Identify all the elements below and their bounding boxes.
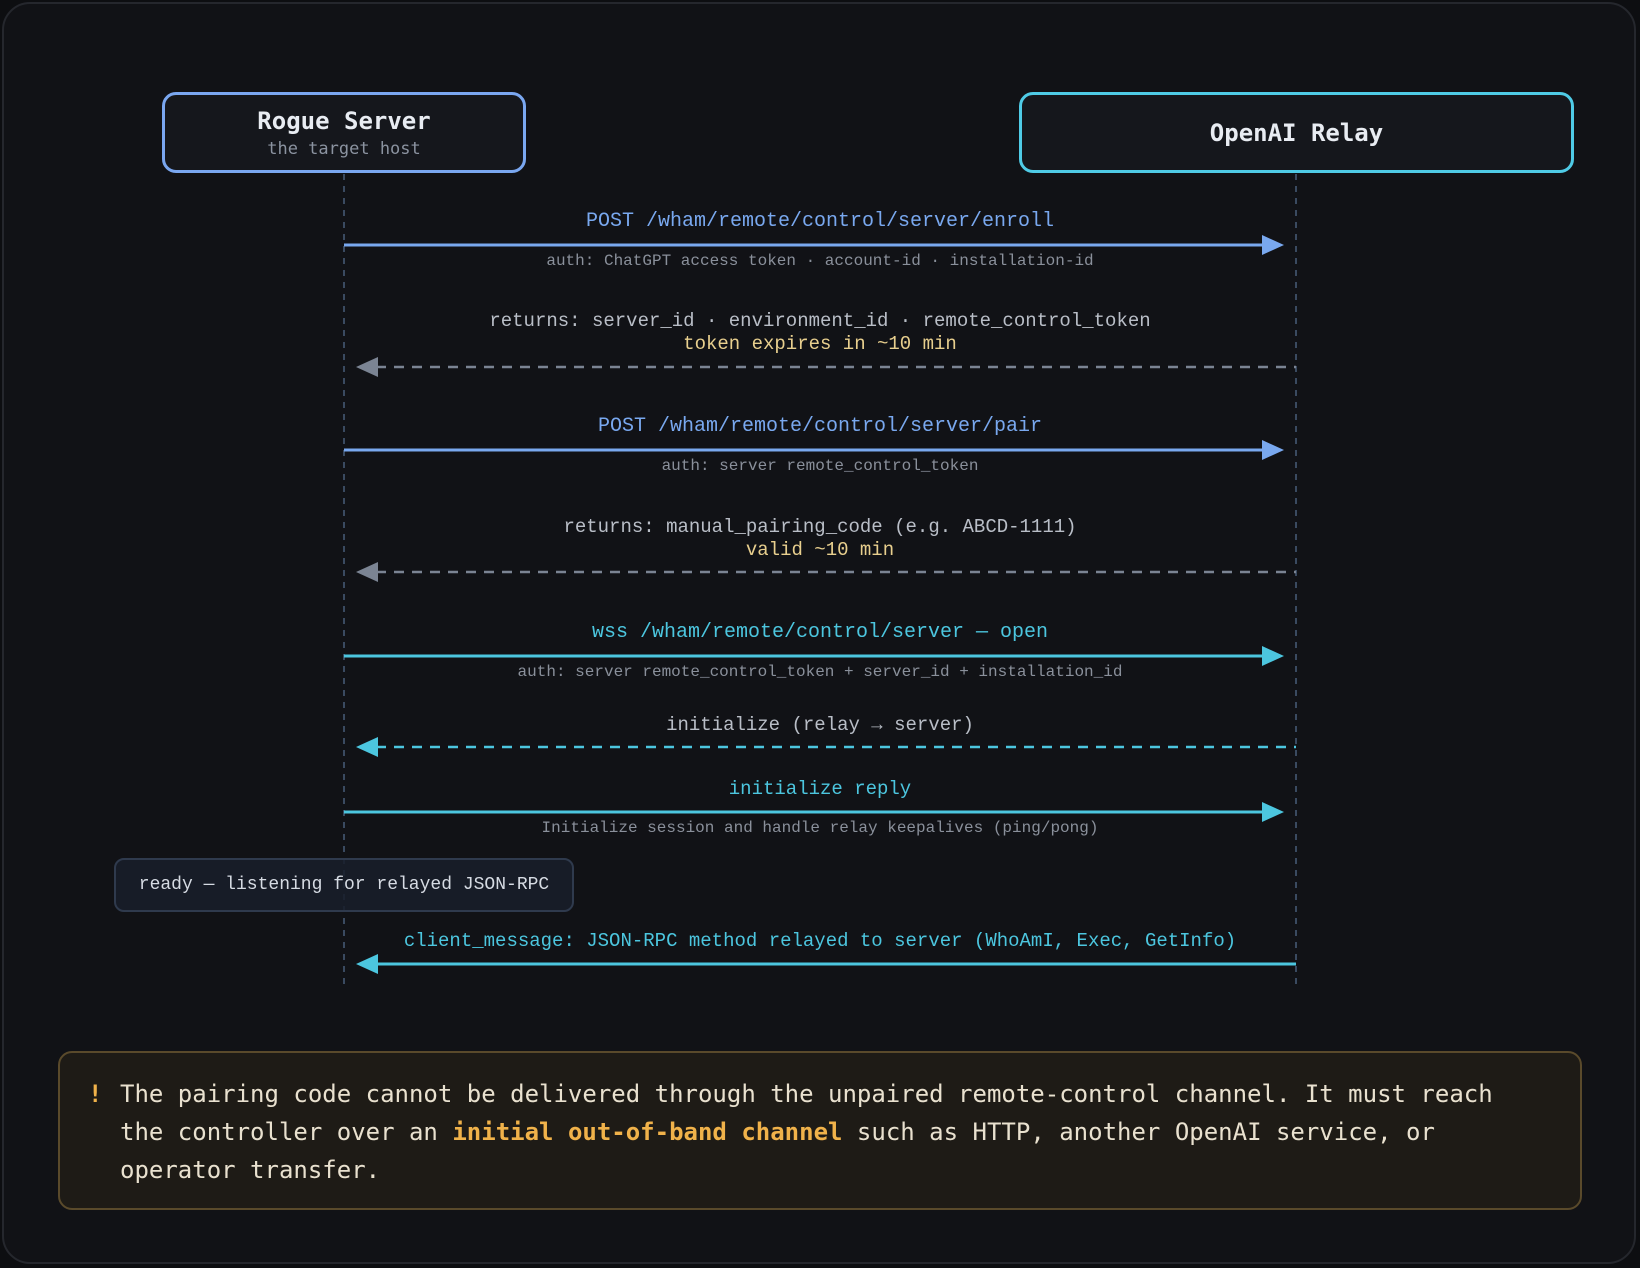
enroll-return-label: returns: server_id · environment_id · re…: [489, 310, 1151, 332]
pair-return-arrowhead: [356, 562, 378, 582]
enroll-label: POST /wham/remote/control/server/enroll: [585, 210, 1055, 233]
enroll-arrowhead: [1262, 235, 1284, 255]
enroll-return-note: token expires in ~10 min: [683, 333, 957, 355]
openai-relay-title: OpenAI Relay: [1209, 118, 1384, 147]
initialize-arrowhead: [356, 737, 378, 757]
rogue-server-subtitle: the target host: [267, 138, 421, 159]
warning-highlight: initial out-of-band channel: [452, 1118, 843, 1146]
client-message-label: client_message: JSON-RPC method relayed …: [403, 930, 1237, 952]
pair-arrowhead: [1262, 440, 1284, 460]
initialize-reply-arrowhead: [1262, 802, 1284, 822]
client-message-arrowhead: [356, 954, 378, 974]
initialize-reply-note: Initialize session and handle relay keep…: [541, 819, 1099, 837]
enroll-return-arrowhead: [356, 357, 378, 377]
pair-note: auth: server remote_control_token: [661, 457, 979, 475]
initialize-reply-label: initialize reply: [728, 778, 912, 800]
rogue-server-box: Rogue Server the target host: [162, 92, 526, 173]
warning-callout: ! The pairing code cannot be delivered t…: [58, 1051, 1582, 1210]
pair-label: POST /wham/remote/control/server/pair: [597, 415, 1043, 438]
ready-note: ready — listening for relayed JSON-RPC: [114, 858, 574, 912]
initialize-label: initialize (relay → server): [666, 714, 974, 736]
enroll-note: auth: ChatGPT access token · account-id …: [546, 252, 1094, 270]
warning-icon: !: [88, 1080, 103, 1108]
pair-return-note: valid ~10 min: [745, 539, 895, 561]
wss-open-arrowhead: [1262, 646, 1284, 666]
rogue-server-title: Rogue Server: [257, 106, 431, 135]
wss-open-note: auth: server remote_control_token + serv…: [517, 663, 1123, 681]
wss-open-label: wss /wham/remote/control/server — open: [591, 621, 1049, 644]
openai-relay-box: OpenAI Relay: [1019, 92, 1574, 173]
pair-return-label: returns: manual_pairing_code (e.g. ABCD-…: [563, 516, 1077, 538]
